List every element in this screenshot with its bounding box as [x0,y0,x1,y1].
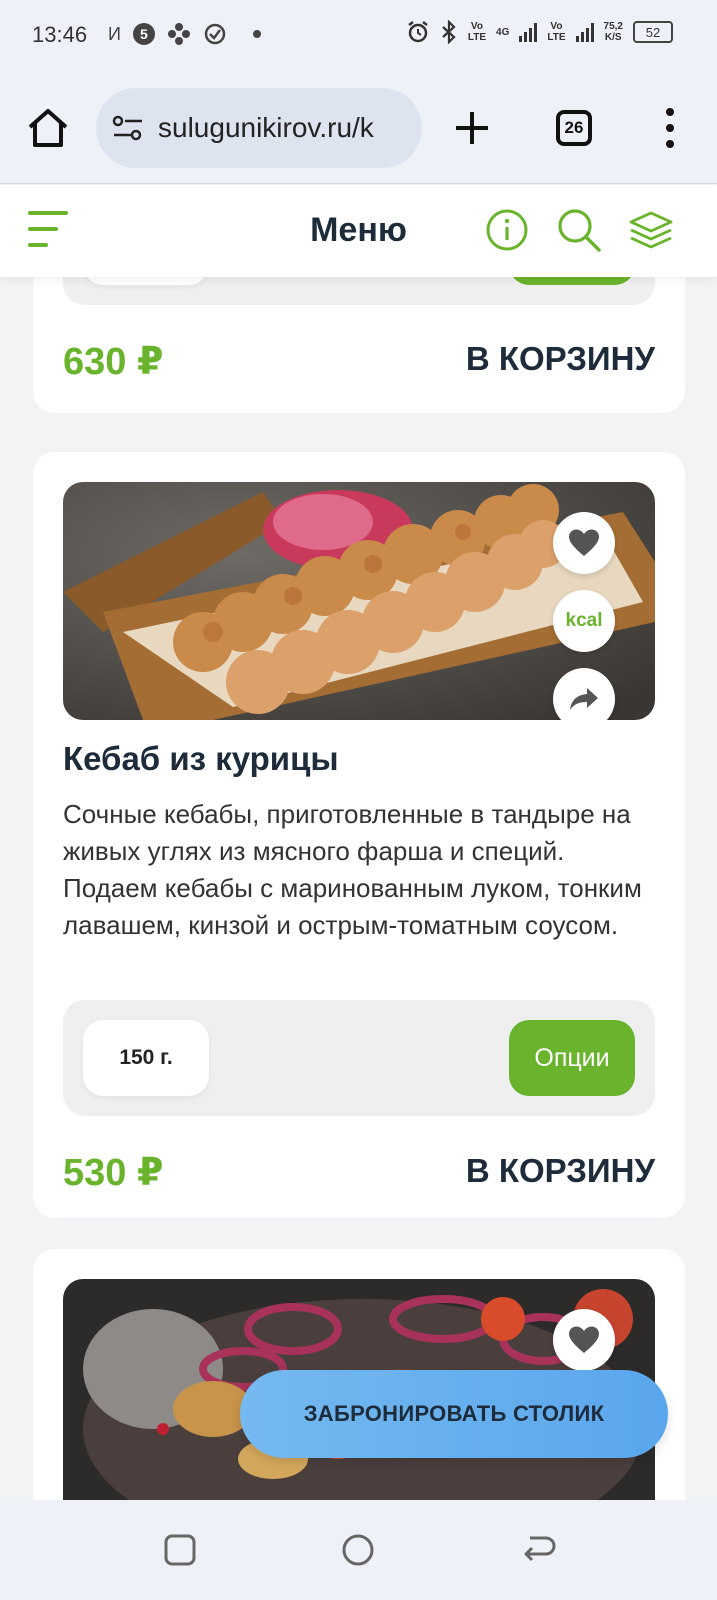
status-time: 13:46 [32,22,88,47]
dish-description: Сочные кебабы, приготовленные в тандыре … [63,799,642,940]
more-vert-icon[interactable] [660,108,680,148]
book-table-button[interactable]: ЗАБРОНИРОВАТЬ СТОЛИК [240,1370,668,1458]
signal-bars-icon-2 [575,22,594,42]
status-bar: 13:46 И 5 Vo LTE 4G Vo LTE 75,2 K/S 52 [0,0,717,72]
layers-icon[interactable] [628,207,674,253]
game-icon [167,23,190,45]
address-bar[interactable]: sulugunikirov.ru/k [96,88,422,168]
menu-icon[interactable] [28,209,72,249]
options-row: 150 г. Опции [63,1000,655,1116]
favorite-button[interactable] [553,512,615,574]
favorite-button[interactable] [553,1309,615,1371]
heart-icon [569,1326,599,1353]
signal-bars-icon [519,22,538,42]
status-left-icons: И 5 [108,22,261,46]
carrier-mark: И [108,23,121,44]
network-4g: 4G [496,26,510,38]
product-price: 530 ₽ [63,1152,164,1194]
menu-content: 630 ₽ В КОРЗИНУ kcal Кебаб из курицы Соч… [0,277,717,1500]
plus-icon[interactable] [454,110,490,146]
search-icon[interactable] [556,207,602,253]
volte-left: Vo LTE [467,21,487,43]
net-speed: 75,2 K/S [603,21,623,43]
site-settings-icon[interactable] [112,115,144,141]
dot-icon [252,30,261,38]
add-to-cart-button[interactable]: В КОРЗИНУ [466,1152,655,1190]
options-button[interactable] [509,277,635,285]
heart-icon [569,529,599,556]
product-card: kcal Кебаб из курицы Сочные кебабы, приг… [33,452,685,1218]
product-price: 630 ₽ [63,341,164,383]
site-header: Меню [0,185,717,277]
system-nav-bar [0,1500,717,1600]
weight-pill[interactable]: 150 г. [83,1020,209,1096]
bluetooth-icon [442,20,456,44]
tabs-icon[interactable]: 26 [556,110,592,146]
url-text: sulugunikirov.ru/k [158,112,374,143]
share-icon [570,688,598,710]
info-icon[interactable] [484,207,530,253]
options-row [63,277,655,305]
status-right-icons: Vo LTE 4G Vo LTE 75,2 K/S 52 [406,20,673,44]
product-card: 630 ₽ В КОРЗИНУ [33,277,685,413]
circle-icon[interactable] [338,1530,378,1570]
options-button[interactable]: Опции [509,1020,635,1096]
dish-title: Кебаб из курицы [63,740,339,777]
home-icon[interactable] [26,106,70,150]
notification-badge-icon: 5 [132,23,155,45]
browser-toolbar: sulugunikirov.ru/k 26 [0,72,717,184]
back-icon[interactable] [518,1530,558,1570]
alarm-icon [408,21,428,43]
kcal-label: kcal [565,610,603,631]
square-icon[interactable] [160,1530,200,1570]
add-to-cart-button[interactable]: В КОРЗИНУ [466,340,655,378]
kcal-button[interactable]: kcal [553,590,615,652]
dish-image[interactable]: kcal [63,482,655,720]
weight-pill[interactable] [83,277,209,285]
check-circle-icon [204,23,226,45]
page-title: Меню [310,211,407,249]
volte-right: Vo LTE [547,21,566,43]
battery-icon: 52 [633,21,673,43]
